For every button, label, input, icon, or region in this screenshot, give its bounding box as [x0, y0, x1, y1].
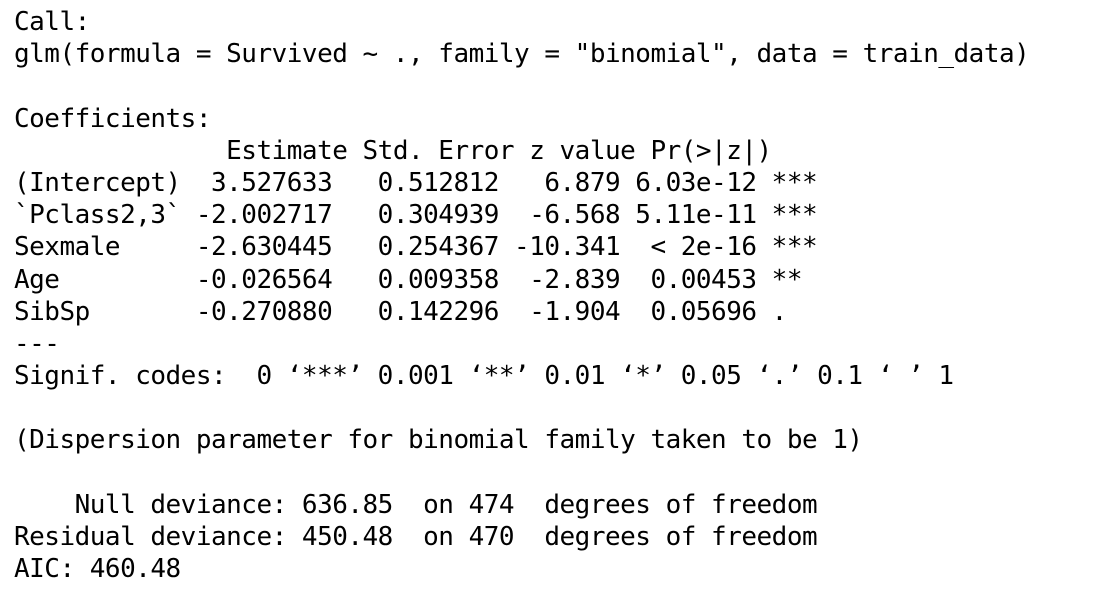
coefficients-column-headers: Estimate Std. Error z value Pr(>|z|)	[14, 135, 833, 166]
coef-row-sexmale: Sexmale -2.630445 0.254367 -10.341 < 2e-…	[14, 232, 818, 263]
coef-row-intercept: (Intercept) 3.527633 0.512812 6.879 6.03…	[14, 167, 818, 198]
null-deviance: Null deviance: 636.85 on 474 degrees of …	[14, 489, 818, 520]
dispersion-note: (Dispersion parameter for binomial famil…	[14, 425, 863, 456]
residual-deviance: Residual deviance: 450.48 on 470 degrees…	[14, 522, 818, 552]
call-header: Call:	[14, 7, 90, 37]
coefficients-header: Coefficients:	[14, 103, 212, 134]
aic-value: AIC: 460.48	[14, 554, 181, 585]
r-console-output: Call: glm(formula = Survived ~ ., family …	[14, 6, 1030, 585]
coef-row-age: Age -0.026564 0.009358 -2.839 0.00453 **	[14, 264, 818, 295]
coef-row-sibsp: SibSp -0.270880 0.142296 -1.904 0.05696 …	[14, 296, 818, 327]
coef-row-pclass: `Pclass2,3` -2.002717 0.304939 -6.568 5.…	[14, 200, 818, 231]
call-formula: glm(formula = Survived ~ ., family = "bi…	[14, 39, 1030, 70]
signif-codes: Signif. codes: 0 ‘***’ 0.001 ‘**’ 0.01 ‘…	[14, 361, 954, 392]
separator-line: ---	[14, 328, 60, 359]
